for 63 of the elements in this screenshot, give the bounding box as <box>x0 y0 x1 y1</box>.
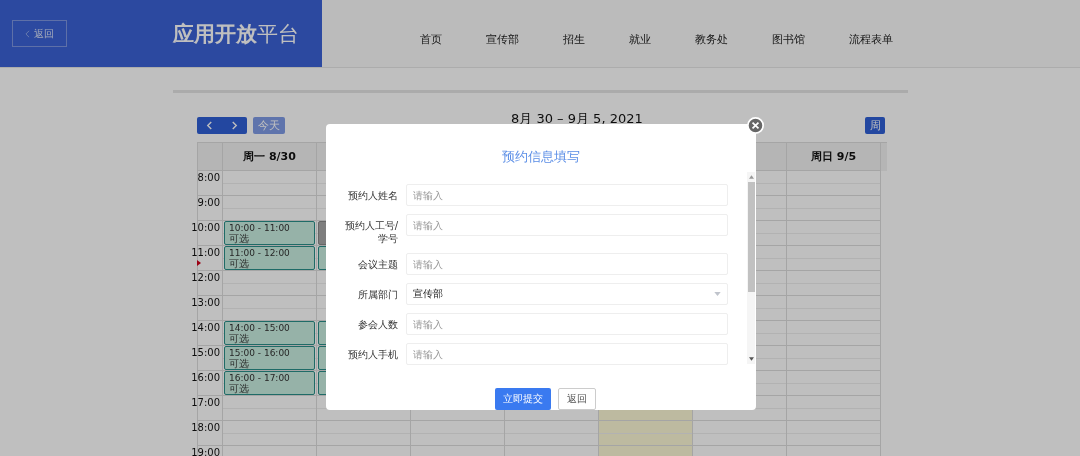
day-header: 周日 9/5 <box>787 143 881 171</box>
week-view-button[interactable]: 周 <box>865 116 885 134</box>
input-field[interactable]: 请输入 <box>406 214 728 236</box>
slot-time: 11:00 - 12:00 <box>229 248 291 258</box>
time-label: 9:00 <box>197 197 220 208</box>
available-slot[interactable]: 11:00 - 12:00 可选 <box>224 246 315 270</box>
close-icon[interactable] <box>747 117 764 134</box>
select-field[interactable]: 宣传部 <box>406 283 728 305</box>
caret-icon <box>714 292 721 296</box>
scroll-up-icon[interactable] <box>748 175 754 179</box>
chevron-right-icon[interactable] <box>231 120 238 130</box>
available-slot[interactable]: 14:00 - 15:00 可选 <box>224 321 315 345</box>
slot-status: 可选 <box>229 333 250 344</box>
slot-time: 15:00 - 16:00 <box>229 348 291 358</box>
time-label: 19:00 <box>191 447 220 456</box>
slot-time: 16:00 - 17:00 <box>229 373 291 383</box>
submit-button[interactable]: 立即提交 <box>494 388 551 410</box>
back-button[interactable]: 返回 <box>12 20 67 47</box>
field-label: 预约人工号/学号 <box>343 219 398 245</box>
slot-status: 可选 <box>229 358 250 369</box>
input-field[interactable]: 请输入 <box>406 313 728 335</box>
nav-link[interactable]: 教务处 <box>695 32 728 67</box>
logo-text: 应用开放平台 <box>173 20 299 48</box>
slot-time: 10:00 - 11:00 <box>229 223 291 233</box>
nav-link[interactable]: 首页 <box>420 32 442 67</box>
field-label: 参会人数 <box>357 318 398 331</box>
time-label: 13:00 <box>191 297 220 308</box>
slot-status: 可选 <box>229 383 250 394</box>
available-slot[interactable]: 16:00 - 17:00 可选 <box>224 371 315 395</box>
nav-link[interactable]: 就业 <box>629 32 651 67</box>
time-label: 18:00 <box>191 422 220 433</box>
time-label: 8:00 <box>197 172 220 183</box>
input-field[interactable]: 请输入 <box>406 253 728 275</box>
nav-link[interactable]: 招生 <box>563 32 585 67</box>
back-button[interactable]: 返回 <box>557 388 596 410</box>
time-label: 14:00 <box>191 322 220 333</box>
field-label: 预约人手机 <box>347 348 398 361</box>
date-range-title: 8月 30 – 9月 5, 2021 <box>511 110 643 126</box>
scrollbar[interactable] <box>747 172 755 364</box>
day-header: 周一 8/30 <box>223 143 317 171</box>
chevron-left-icon[interactable] <box>206 120 213 130</box>
time-label: 15:00 <box>191 347 220 358</box>
nav-link[interactable]: 流程表单 <box>849 32 893 67</box>
field-label: 会议主题 <box>357 258 398 271</box>
available-slot[interactable]: 10:00 - 11:00 可选 <box>224 221 315 245</box>
time-label: 12:00 <box>191 272 220 283</box>
field-label: 所属部门 <box>357 288 398 301</box>
slot-status: 可选 <box>229 233 250 244</box>
dialog-title: 预约信息填写 <box>501 148 581 166</box>
slot-time: 14:00 - 15:00 <box>229 323 291 333</box>
field-label: 预约人姓名 <box>347 189 398 202</box>
input-field[interactable]: 请输入 <box>406 343 728 365</box>
slot-status: 可选 <box>229 258 250 269</box>
time-label: 16:00 <box>191 372 220 383</box>
time-label: 10:00 <box>191 222 220 233</box>
input-field[interactable]: 请输入 <box>406 184 728 206</box>
time-label: 11:00 <box>191 247 220 258</box>
time-label: 17:00 <box>191 397 220 408</box>
scroll-down-icon[interactable] <box>748 357 754 361</box>
nav-link[interactable]: 宣传部 <box>486 32 519 67</box>
chevron-left-icon <box>25 29 30 38</box>
available-slot[interactable]: 15:00 - 16:00 可选 <box>224 346 315 370</box>
nav-link[interactable]: 图书馆 <box>772 32 805 67</box>
